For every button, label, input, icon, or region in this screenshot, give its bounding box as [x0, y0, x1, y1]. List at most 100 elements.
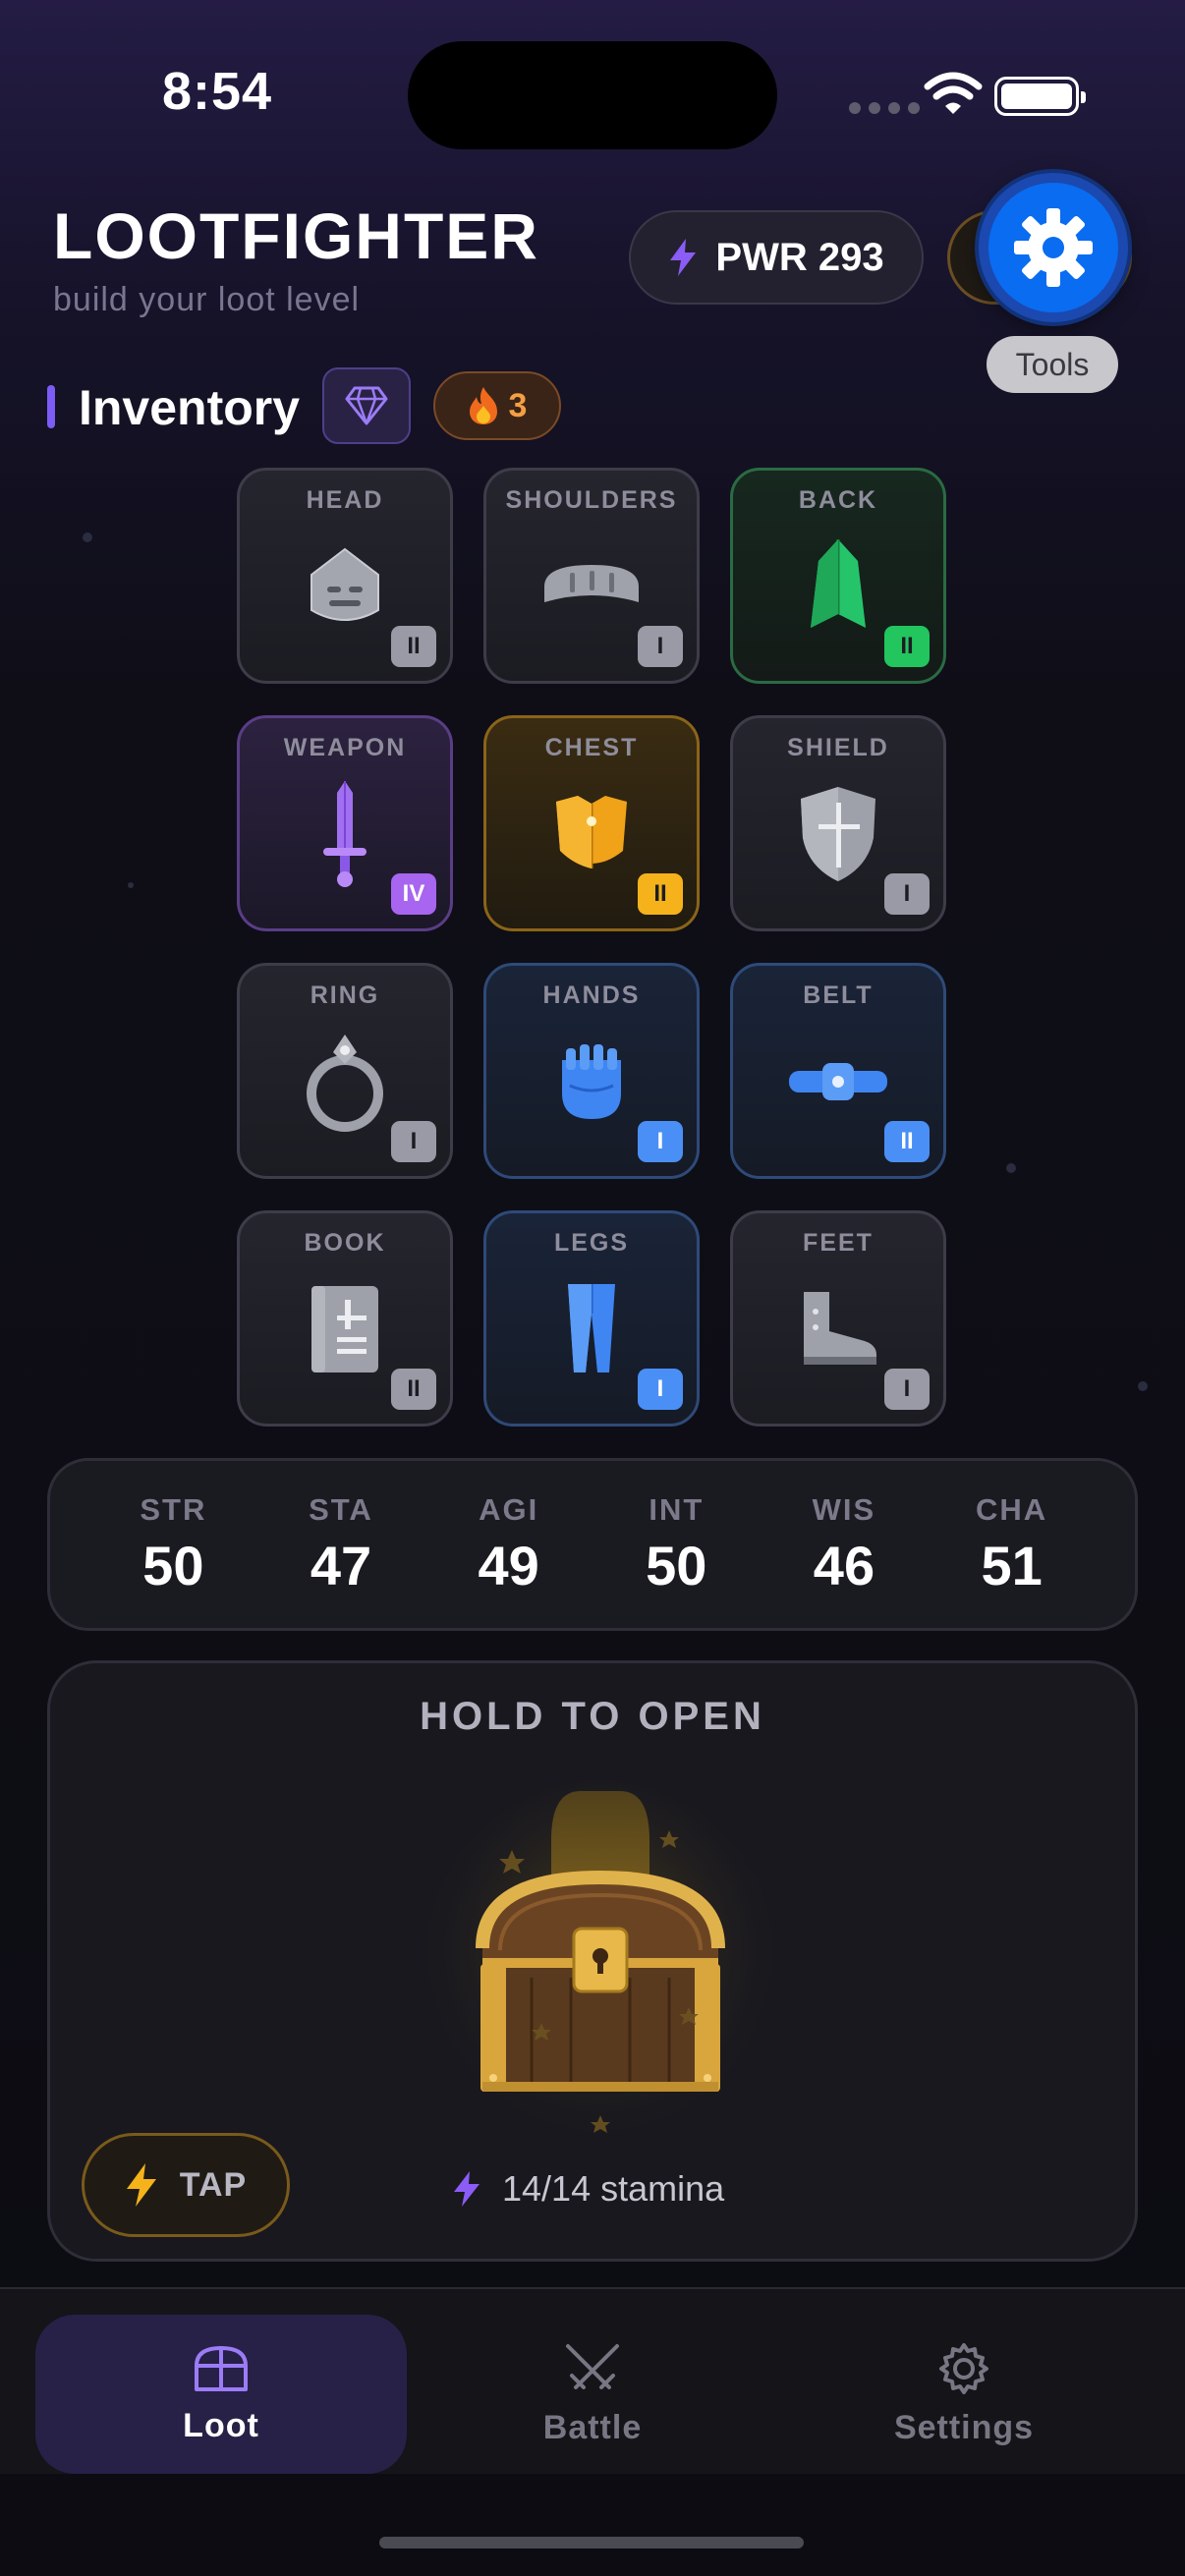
- stat-cha: CHA 51: [943, 1492, 1081, 1597]
- slot-label: WEAPON: [283, 734, 407, 761]
- home-indicator[interactable]: [379, 2537, 804, 2548]
- stamina-text: 14/14 stamina: [502, 2168, 725, 2209]
- treasure-chest-icon: [423, 1781, 777, 2155]
- stat-name: CHA: [976, 1491, 1048, 1527]
- book-icon: [286, 1270, 404, 1388]
- background-star: [83, 532, 92, 542]
- chest-icon: [195, 2345, 248, 2391]
- slot-label: LEGS: [553, 1229, 630, 1257]
- slot-shield[interactable]: SHIELD I: [730, 715, 946, 931]
- background-star: [1006, 1163, 1016, 1173]
- bolt-icon: [670, 239, 697, 276]
- boot-icon: [779, 1270, 897, 1388]
- slot-ring[interactable]: RING I: [237, 963, 453, 1179]
- power-pill[interactable]: PWR 293: [629, 210, 924, 305]
- tier-badge: I: [391, 1121, 436, 1162]
- slot-label: BACK: [798, 486, 878, 514]
- tools-tooltip: Tools: [987, 336, 1118, 393]
- stat-name: INT: [649, 1491, 705, 1527]
- belt-icon: [779, 1023, 897, 1141]
- tier-badge: II: [884, 626, 930, 667]
- gear-icon: [939, 2342, 988, 2394]
- tab-label: Loot: [183, 2406, 259, 2444]
- tier-badge: IV: [391, 873, 436, 915]
- slot-label: FEET: [803, 1229, 874, 1257]
- wifi-icon: [924, 72, 983, 114]
- stat-value: 47: [310, 1534, 372, 1596]
- app-subtitle: build your loot level: [53, 281, 361, 318]
- tier-badge: I: [638, 1369, 683, 1410]
- slot-label: SHIELD: [787, 734, 889, 761]
- app-title: LOOTFIGHTER: [53, 199, 539, 272]
- tab-settings[interactable]: Settings: [778, 2315, 1150, 2474]
- streak-badge[interactable]: 3: [433, 371, 561, 440]
- ring-icon: [286, 1023, 404, 1141]
- slot-head[interactable]: HEAD II: [237, 468, 453, 684]
- inventory-accent-bar: [47, 385, 55, 428]
- shield-icon: [779, 775, 897, 893]
- treasure-chest[interactable]: [423, 1771, 777, 2155]
- tab-label: Battle: [542, 2408, 643, 2446]
- sword-icon: [286, 775, 404, 893]
- stat-value: 49: [478, 1534, 539, 1596]
- status-time: 8:54: [162, 62, 273, 121]
- bolt-icon: [454, 2171, 480, 2207]
- stat-value: 51: [981, 1534, 1043, 1596]
- stat-value: 46: [813, 1534, 875, 1596]
- tier-badge: II: [884, 1121, 930, 1162]
- power-label: PWR 293: [715, 235, 884, 279]
- stat-sta: STA 47: [272, 1492, 410, 1597]
- stat-name: AGI: [479, 1491, 539, 1527]
- slot-book[interactable]: BOOK II: [237, 1210, 453, 1427]
- hold-to-open-title: HOLD TO OPEN: [420, 1695, 765, 1738]
- tab-battle[interactable]: Battle: [407, 2315, 778, 2474]
- stat-value: 50: [646, 1534, 707, 1596]
- stamina-indicator: 14/14 stamina: [453, 2168, 724, 2210]
- crossed-swords-icon: [566, 2343, 619, 2389]
- slot-feet[interactable]: FEET I: [730, 1210, 946, 1427]
- dynamic-island: [408, 41, 777, 149]
- stats-card: STR 50 STA 47 AGI 49 INT 50 WIS 46 CHA 51: [47, 1458, 1138, 1631]
- slot-label: HEAD: [306, 486, 384, 514]
- signal-icon: [849, 102, 920, 114]
- tab-bar: Loot Battle Settings: [0, 2287, 1185, 2474]
- slot-label: HANDS: [542, 981, 641, 1009]
- tap-label: TAP: [179, 2165, 248, 2204]
- tier-badge: II: [391, 626, 436, 667]
- tier-badge: II: [391, 1369, 436, 1410]
- slot-back[interactable]: BACK II: [730, 468, 946, 684]
- tier-badge: I: [884, 873, 930, 915]
- tier-badge: II: [638, 873, 683, 915]
- inventory-title: Inventory: [79, 380, 301, 435]
- tap-button[interactable]: TAP: [82, 2133, 290, 2237]
- tier-badge: I: [884, 1369, 930, 1410]
- slot-hands[interactable]: HANDS I: [483, 963, 700, 1179]
- tools-button[interactable]: [979, 173, 1128, 322]
- tier-badge: I: [638, 1121, 683, 1162]
- fire-icon: [469, 387, 497, 424]
- helmet-icon: [286, 528, 404, 645]
- stat-wis: WIS 46: [775, 1492, 913, 1597]
- tab-label: Settings: [893, 2408, 1035, 2446]
- slot-label: BELT: [803, 981, 874, 1009]
- slot-weapon[interactable]: WEAPON IV: [237, 715, 453, 931]
- bolt-icon: [126, 2163, 156, 2207]
- diamond-icon: [345, 386, 388, 425]
- stat-name: STA: [309, 1491, 373, 1527]
- background-star: [1138, 1381, 1148, 1391]
- stat-name: STR: [140, 1491, 207, 1527]
- slot-shoulders[interactable]: SHOULDERS I: [483, 468, 700, 684]
- slot-chest[interactable]: CHEST II: [483, 715, 700, 931]
- gem-button[interactable]: [322, 367, 411, 444]
- slot-belt[interactable]: BELT II: [730, 963, 946, 1179]
- slot-label: BOOK: [304, 1229, 386, 1257]
- tab-loot[interactable]: Loot: [35, 2315, 407, 2474]
- stat-str: STR 50: [104, 1492, 242, 1597]
- stat-agi: AGI 49: [440, 1492, 578, 1597]
- gear-icon: [1014, 208, 1093, 287]
- chest-card: HOLD TO OPEN TAP 14/14 stamina: [47, 1660, 1138, 2262]
- gauntlet-icon: [533, 1023, 650, 1141]
- streak-count: 3: [508, 386, 528, 424]
- slot-legs[interactable]: LEGS I: [483, 1210, 700, 1427]
- cape-icon: [779, 528, 897, 645]
